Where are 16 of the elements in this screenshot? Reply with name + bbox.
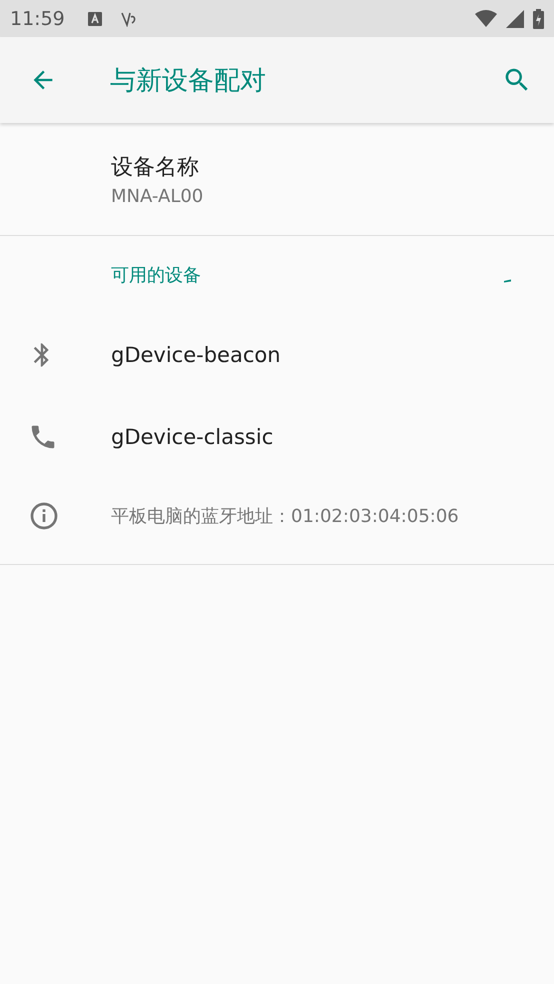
device-item[interactable]: gDevice-classic [0, 396, 554, 478]
device-item[interactable]: gDevice-beacon [0, 314, 554, 396]
cell-signal-icon [506, 10, 524, 28]
bluetooth-address-text: 平板电脑的蓝牙地址：01:02:03:04:05:06 [111, 505, 459, 528]
battery-icon [533, 8, 544, 28]
status-time: 11:59 [10, 8, 65, 30]
device-name-label: 设备名称 [111, 154, 200, 182]
wifi-icon [475, 10, 497, 28]
device-name: gDevice-beacon [111, 343, 281, 367]
page-title: 与新设备配对 [110, 64, 267, 98]
device-name-value: MNA-AL00 [111, 186, 204, 206]
info-icon [28, 500, 60, 532]
keyboard-icon [88, 12, 102, 26]
device-name: gDevice-classic [111, 425, 274, 449]
device-name-item[interactable]: 设备名称 MNA-AL00 [0, 123, 554, 236]
section-header: 可用的设备 [111, 264, 202, 287]
